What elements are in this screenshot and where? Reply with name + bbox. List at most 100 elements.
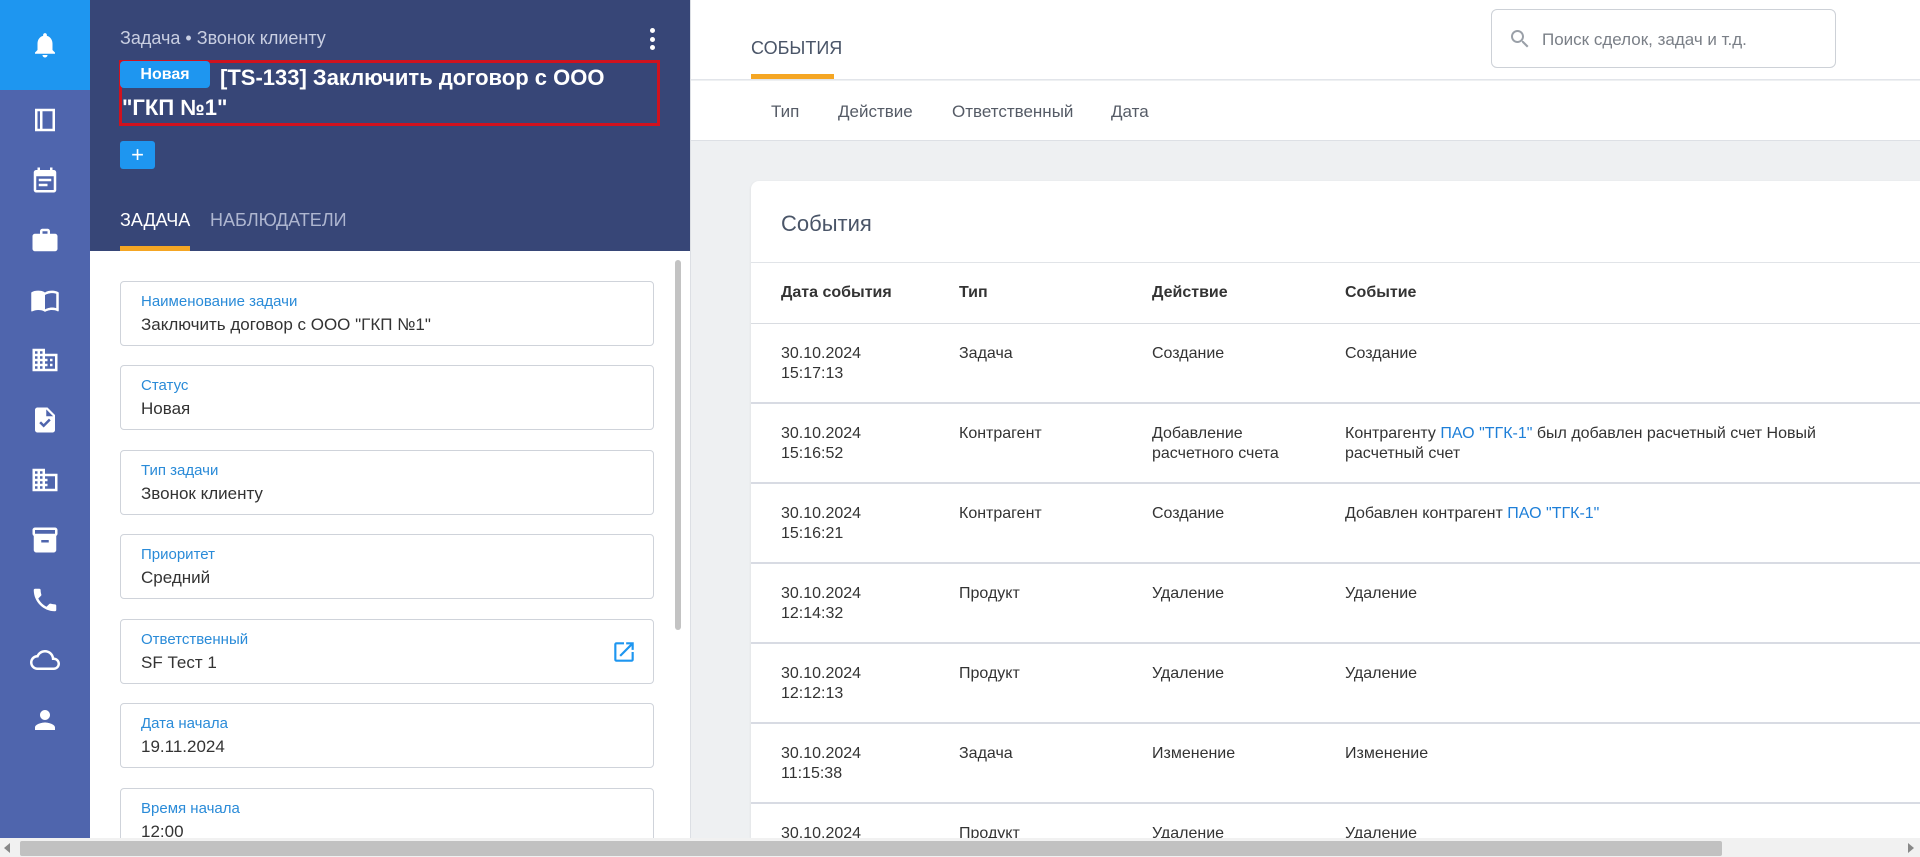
tab-events-underline xyxy=(751,74,834,79)
cell-action: Добавление расчетного счета xyxy=(1152,425,1279,462)
column-header-event[interactable]: Событие xyxy=(1345,284,1416,302)
field-value: Средний xyxy=(141,568,211,587)
table-row[interactable]: 30.10.2024 12:12:13 Продукт Удаление Удал… xyxy=(751,644,1920,724)
field-value: 12:00 xyxy=(141,822,184,838)
notifications-button[interactable] xyxy=(0,0,90,90)
phone-icon xyxy=(33,588,57,612)
nav-calls[interactable] xyxy=(0,570,90,630)
tab-events[interactable]: СОБЫТИЯ xyxy=(751,38,842,59)
divider xyxy=(751,262,1920,263)
nav-profile[interactable] xyxy=(0,690,90,750)
briefcase-icon xyxy=(32,228,58,252)
task-header: Задача • Звонок клиенту [TS-133] Заключи… xyxy=(90,0,690,251)
cell-type: Задача xyxy=(959,345,1013,362)
field-label: Наименование задачи xyxy=(141,293,298,310)
cloud-icon xyxy=(30,650,60,670)
nav-journal[interactable] xyxy=(0,90,90,150)
field-value: SF Тест 1 xyxy=(141,653,217,672)
task-detail-panel: Задача • Звонок клиенту [TS-133] Заключи… xyxy=(90,0,690,838)
cell-type: Продукт xyxy=(959,825,1020,838)
cell-date: 30.10.2024 15:16:21 xyxy=(781,505,862,542)
nav-deals[interactable] xyxy=(0,210,90,270)
user-icon xyxy=(35,710,55,730)
document-check-icon xyxy=(35,407,55,433)
field-label: Статус xyxy=(141,377,189,394)
cell-action: Создание xyxy=(1152,505,1225,522)
search-input[interactable] xyxy=(1542,27,1822,53)
nav-archive[interactable] xyxy=(0,510,90,570)
column-header-action[interactable]: Действие xyxy=(1152,284,1228,302)
search-icon xyxy=(1511,30,1529,48)
icon-rail xyxy=(0,0,90,838)
field-label: Ответственный xyxy=(141,631,249,648)
nav-organizations[interactable] xyxy=(0,330,90,390)
cell-type: Продукт xyxy=(959,585,1020,602)
table-row[interactable]: 30.10.2024 15:16:21 Контрагент Создание Д… xyxy=(751,484,1920,564)
filter-action[interactable]: Действие xyxy=(838,102,913,122)
cell-date: 30.10.2024 15:17:13 xyxy=(781,345,862,382)
nav-companies[interactable] xyxy=(0,450,90,510)
cell-date: 30.10.2024 15:16:52 xyxy=(781,425,862,462)
cell-type: Задача xyxy=(959,745,1013,762)
field-priority[interactable]: Приоритет Средний xyxy=(120,534,654,599)
cell-event: Удаление xyxy=(1345,665,1418,682)
add-button[interactable]: + xyxy=(120,141,155,169)
company-icon xyxy=(32,468,58,492)
field-responsible[interactable]: Ответственный SF Тест 1 xyxy=(120,619,654,684)
cell-action: Удаление xyxy=(1152,585,1225,602)
cell-date: 30.10.2024 11:15:38 xyxy=(781,745,862,782)
field-value: Заключить договор с ООО "ГКП №1" xyxy=(141,315,431,334)
cell-type: Продукт xyxy=(959,665,1020,682)
search-box[interactable] xyxy=(1491,9,1836,68)
events-area: СОБЫТИЯ Тип Действие Ответственный Дата … xyxy=(690,0,1920,838)
table-row[interactable]: 30.10.2024 15:17:13 Задача Создание Созда… xyxy=(751,324,1920,404)
cell-action: Удаление xyxy=(1152,665,1225,682)
tab-observers[interactable]: НАБЛЮДАТЕЛИ xyxy=(210,210,347,231)
book-icon xyxy=(35,108,55,132)
cell-event: Контрагенту ПАО "ТГК-1" был добавлен рас… xyxy=(1345,425,1816,462)
more-options-icon[interactable] xyxy=(642,26,662,52)
field-task-name[interactable]: Наименование задачи Заключить договор с … xyxy=(120,281,654,346)
bell-icon xyxy=(35,33,55,58)
filter-responsible[interactable]: Ответственный xyxy=(952,102,1073,122)
field-task-type[interactable]: Тип задачи Звонок клиенту xyxy=(120,450,654,515)
field-label: Дата начала xyxy=(141,715,228,732)
cell-date: 30.10.2024 xyxy=(781,825,862,838)
counterparty-link[interactable]: ПАО "ТГК-1" xyxy=(1440,425,1532,442)
field-status[interactable]: Статус Новая xyxy=(120,365,654,430)
open-book-icon xyxy=(31,290,59,312)
status-badge: Новая xyxy=(120,61,210,88)
table-row[interactable]: 30.10.2024 15:16:52 Контрагент Добавление… xyxy=(751,404,1920,484)
filter-bar: Тип Действие Ответственный Дата xyxy=(691,81,1920,141)
filter-date[interactable]: Дата xyxy=(1111,102,1149,122)
task-fields: Наименование задачи Заключить договор с … xyxy=(90,251,690,838)
field-value: Новая xyxy=(141,399,191,418)
counterparty-link[interactable]: ПАО "ТГК-1" xyxy=(1507,505,1599,522)
table-row[interactable]: 30.10.2024 Продукт Удаление Удаление xyxy=(751,804,1920,838)
calendar-icon xyxy=(33,167,57,193)
scroll-left-arrow-icon[interactable] xyxy=(4,843,10,853)
field-start-date[interactable]: Дата начала 19.11.2024 xyxy=(120,703,654,768)
column-header-type[interactable]: Тип xyxy=(959,284,988,302)
filter-type[interactable]: Тип xyxy=(771,102,799,122)
cell-type: Контрагент xyxy=(959,505,1042,522)
fields-scrollbar[interactable] xyxy=(675,260,681,630)
cell-event: Удаление xyxy=(1345,825,1418,838)
nav-cloud[interactable] xyxy=(0,630,90,690)
nav-knowledge[interactable] xyxy=(0,270,90,330)
field-start-time[interactable]: Время начала 12:00 xyxy=(120,788,654,838)
table-row[interactable]: 30.10.2024 12:14:32 Продукт Удаление Удал… xyxy=(751,564,1920,644)
scroll-right-arrow-icon[interactable] xyxy=(1908,843,1914,853)
horizontal-scrollbar-thumb[interactable] xyxy=(20,841,1722,856)
table-row[interactable]: 30.10.2024 11:15:38 Задача Изменение Изме… xyxy=(751,724,1920,804)
cell-date: 30.10.2024 12:12:13 xyxy=(781,665,862,702)
tab-task[interactable]: ЗАДАЧА xyxy=(120,210,190,231)
open-external-icon[interactable] xyxy=(611,639,637,665)
nav-calendar[interactable] xyxy=(0,150,90,210)
cell-action: Удаление xyxy=(1152,825,1225,838)
cell-type: Контрагент xyxy=(959,425,1042,442)
nav-documents[interactable] xyxy=(0,390,90,450)
cell-action: Создание xyxy=(1152,345,1225,362)
top-bar: СОБЫТИЯ xyxy=(691,0,1920,80)
column-header-date[interactable]: Дата события xyxy=(781,284,892,302)
